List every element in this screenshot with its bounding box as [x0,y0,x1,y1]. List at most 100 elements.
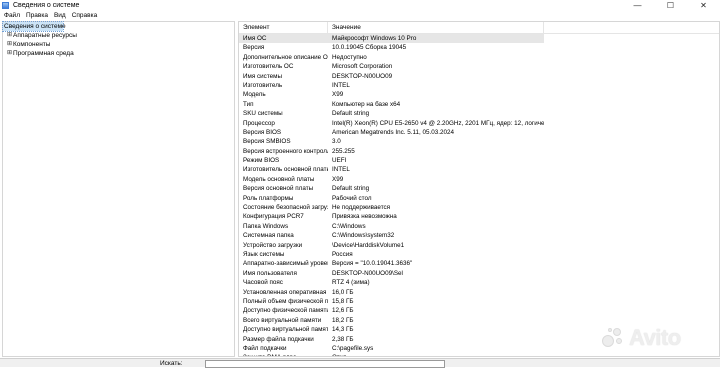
row-item-name: Тип [243,100,254,108]
row-item-value: DESKTOP-N00UO09\Sel [332,269,403,277]
row-item-name: Процессор [243,119,275,127]
tree-item-components[interactable]: ⊞ Компоненты [3,40,234,49]
list-header: Элемент Значение [239,22,719,34]
row-item-name: Файл подкачки [243,344,287,352]
table-row[interactable]: Состояние безопасной загруз... Не поддерж… [239,203,719,212]
table-row[interactable]: Изготовитель INTEL [239,81,719,90]
row-item-value: Default string [332,110,370,118]
row-item-value: INTEL [332,81,350,89]
menu-edit[interactable]: Правка [23,11,51,20]
row-item-name: Папка Windows [243,222,289,230]
expand-plus-icon[interactable]: ⊞ [6,31,13,40]
row-item-value: 15,8 ГБ [332,297,354,305]
row-item-value: 3.0 [332,138,341,146]
row-item-value: Откл. [328,353,544,356]
table-row[interactable]: Тип Компьютер на базе x64 [239,100,719,109]
row-item-value: 2,38 ГБ [332,335,354,343]
table-row[interactable]: Полный объем физической па... 15,8 ГБ [239,297,719,306]
row-item-value: 12,6 ГБ [332,307,354,315]
table-row[interactable]: Язык системы Россия [239,250,719,259]
tree-item-label: Компоненты [13,41,51,48]
table-row[interactable]: Имя пользователя DESKTOP-N00UO09\Sel [239,269,719,278]
table-row[interactable]: Конфигурация PCR7 Привязка невозможна [239,212,719,221]
table-row[interactable]: Дополнительное описание ОС Недоступно [239,53,719,62]
table-row[interactable]: Версия основной платы Default string [239,184,719,193]
table-row[interactable]: Установленная оперативная п... 16,0 ГБ [239,288,719,297]
row-item-name: Роль платформы [243,194,294,202]
table-row[interactable]: Всего виртуальной памяти 18,2 ГБ [239,316,719,325]
row-item-name: Системная папка [243,232,294,240]
row-item-name: Модель [243,91,266,99]
row-item-name: Версия SMBIOS [243,138,291,146]
row-item-name: Доступно физической памяти [243,307,328,315]
row-item-name: Дополнительное описание ОС [243,53,328,61]
expand-plus-icon[interactable]: ⊞ [6,49,13,58]
table-row[interactable]: SKU системы Default string [239,109,719,118]
tree-item-label: Аппаратные ресурсы [13,32,77,39]
table-row[interactable]: Версия 10.0.19045 Сборка 19045 [239,43,719,52]
table-row[interactable]: Модель основной платы X99 [239,175,719,184]
row-item-name: Язык системы [243,250,285,258]
row-item-value: 18,2 ГБ [332,316,354,324]
row-item-value: 255.255 [332,147,355,155]
row-item-name: Размер файла подкачки [243,335,314,343]
row-item-value: INTEL [332,166,350,174]
menu-help[interactable]: Справка [69,11,101,20]
table-row[interactable]: Защита DMA ядраОткл. [239,353,719,356]
row-item-name: Всего виртуальной памяти [243,316,322,324]
expand-plus-icon[interactable]: ⊞ [6,40,13,49]
menu-view[interactable]: Вид [51,11,69,20]
row-item-name: Защита DMA ядра [239,353,328,356]
table-row[interactable]: Роль платформы Рабочий стол [239,194,719,203]
table-row[interactable]: Папка Windows C:\Windows [239,222,719,231]
row-item-name: Состояние безопасной загруз... [243,204,328,212]
row-item-name: Доступно виртуальной памяти [243,326,328,334]
row-item-value: DESKTOP-N00UO09 [332,72,393,80]
tree-item-software-environment[interactable]: ⊞ Программная среда [3,49,234,58]
minimize-button[interactable]: — [621,0,654,11]
window-title: Сведения о системе [13,2,80,9]
row-item-name: Конфигурация PCR7 [243,213,304,221]
menu-file[interactable]: Файл [0,11,23,20]
table-row[interactable]: Часовой пояс RTZ 4 (зима) [239,278,719,287]
tree-item-hardware-resources[interactable]: ⊞ Аппаратные ресурсы [3,31,234,40]
close-button[interactable]: ✕ [687,0,720,11]
row-item-name: Изготовитель ОС [243,63,294,71]
row-item-value: Рабочий стол [332,194,372,202]
maximize-button[interactable]: ☐ [654,0,687,11]
row-item-name: Версия [243,44,265,52]
column-header-value[interactable]: Значение [328,22,544,33]
details-list[interactable]: Элемент Значение Имя ОС Майкрософт Window… [238,21,720,357]
row-item-name: Имя пользователя [243,269,297,277]
table-row[interactable]: Версия SMBIOS 3.0 [239,137,719,146]
row-item-name: Аппаратно-зависимый уровен... [243,260,328,268]
table-row[interactable]: Версия BIOS American Megatrends Inc. 5.11… [239,128,719,137]
column-header-item[interactable]: Элемент [239,22,328,33]
table-row[interactable]: Режим BIOS UEFI [239,156,719,165]
table-row[interactable]: Имя ОС Майкрософт Windows 10 Pro [239,34,719,44]
category-tree[interactable]: Сведения о системе ⊞ Аппаратные ресурсы … [2,21,235,357]
table-row[interactable]: Имя системы DESKTOP-N00UO09 [239,72,719,81]
table-row[interactable]: Изготовитель основной платы INTEL [239,165,719,174]
row-item-value: Россия [332,250,353,258]
menu-bar: Файл Правка Вид Справка [0,11,720,20]
system-info-app-icon [2,2,9,9]
row-item-value: X99 [332,91,344,99]
row-item-value: Компьютер на базе x64 [332,100,401,108]
tree-item-label: Программная среда [13,50,74,57]
row-item-value: \Device\HarddiskVolume1 [332,241,405,249]
table-row[interactable]: Версия встроенного контролл... 255.255 [239,147,719,156]
table-row[interactable]: Доступно физической памяти 12,6 ГБ [239,306,719,315]
table-row[interactable]: Аппаратно-зависимый уровен... Версия = "1… [239,259,719,268]
tree-item-system-summary[interactable]: Сведения о системе [2,21,66,32]
table-row[interactable]: Модель X99 [239,90,719,99]
table-row[interactable]: Изготовитель ОС Microsoft Corporation [239,62,719,71]
row-item-name: Установленная оперативная п... [243,288,328,296]
table-row[interactable]: Устройство загрузки \Device\HarddiskVolum… [239,241,719,250]
table-row[interactable]: Системная папка C:\Windows\system32 [239,231,719,240]
row-item-name: SKU системы [243,110,283,118]
row-item-name: Имя системы [243,72,282,80]
row-item-value: C:\Windows [332,222,366,230]
table-row[interactable]: Процессор Intel(R) Xeon(R) CPU E5-2650 v4… [239,119,719,128]
row-item-name: Версия основной платы [243,185,314,193]
